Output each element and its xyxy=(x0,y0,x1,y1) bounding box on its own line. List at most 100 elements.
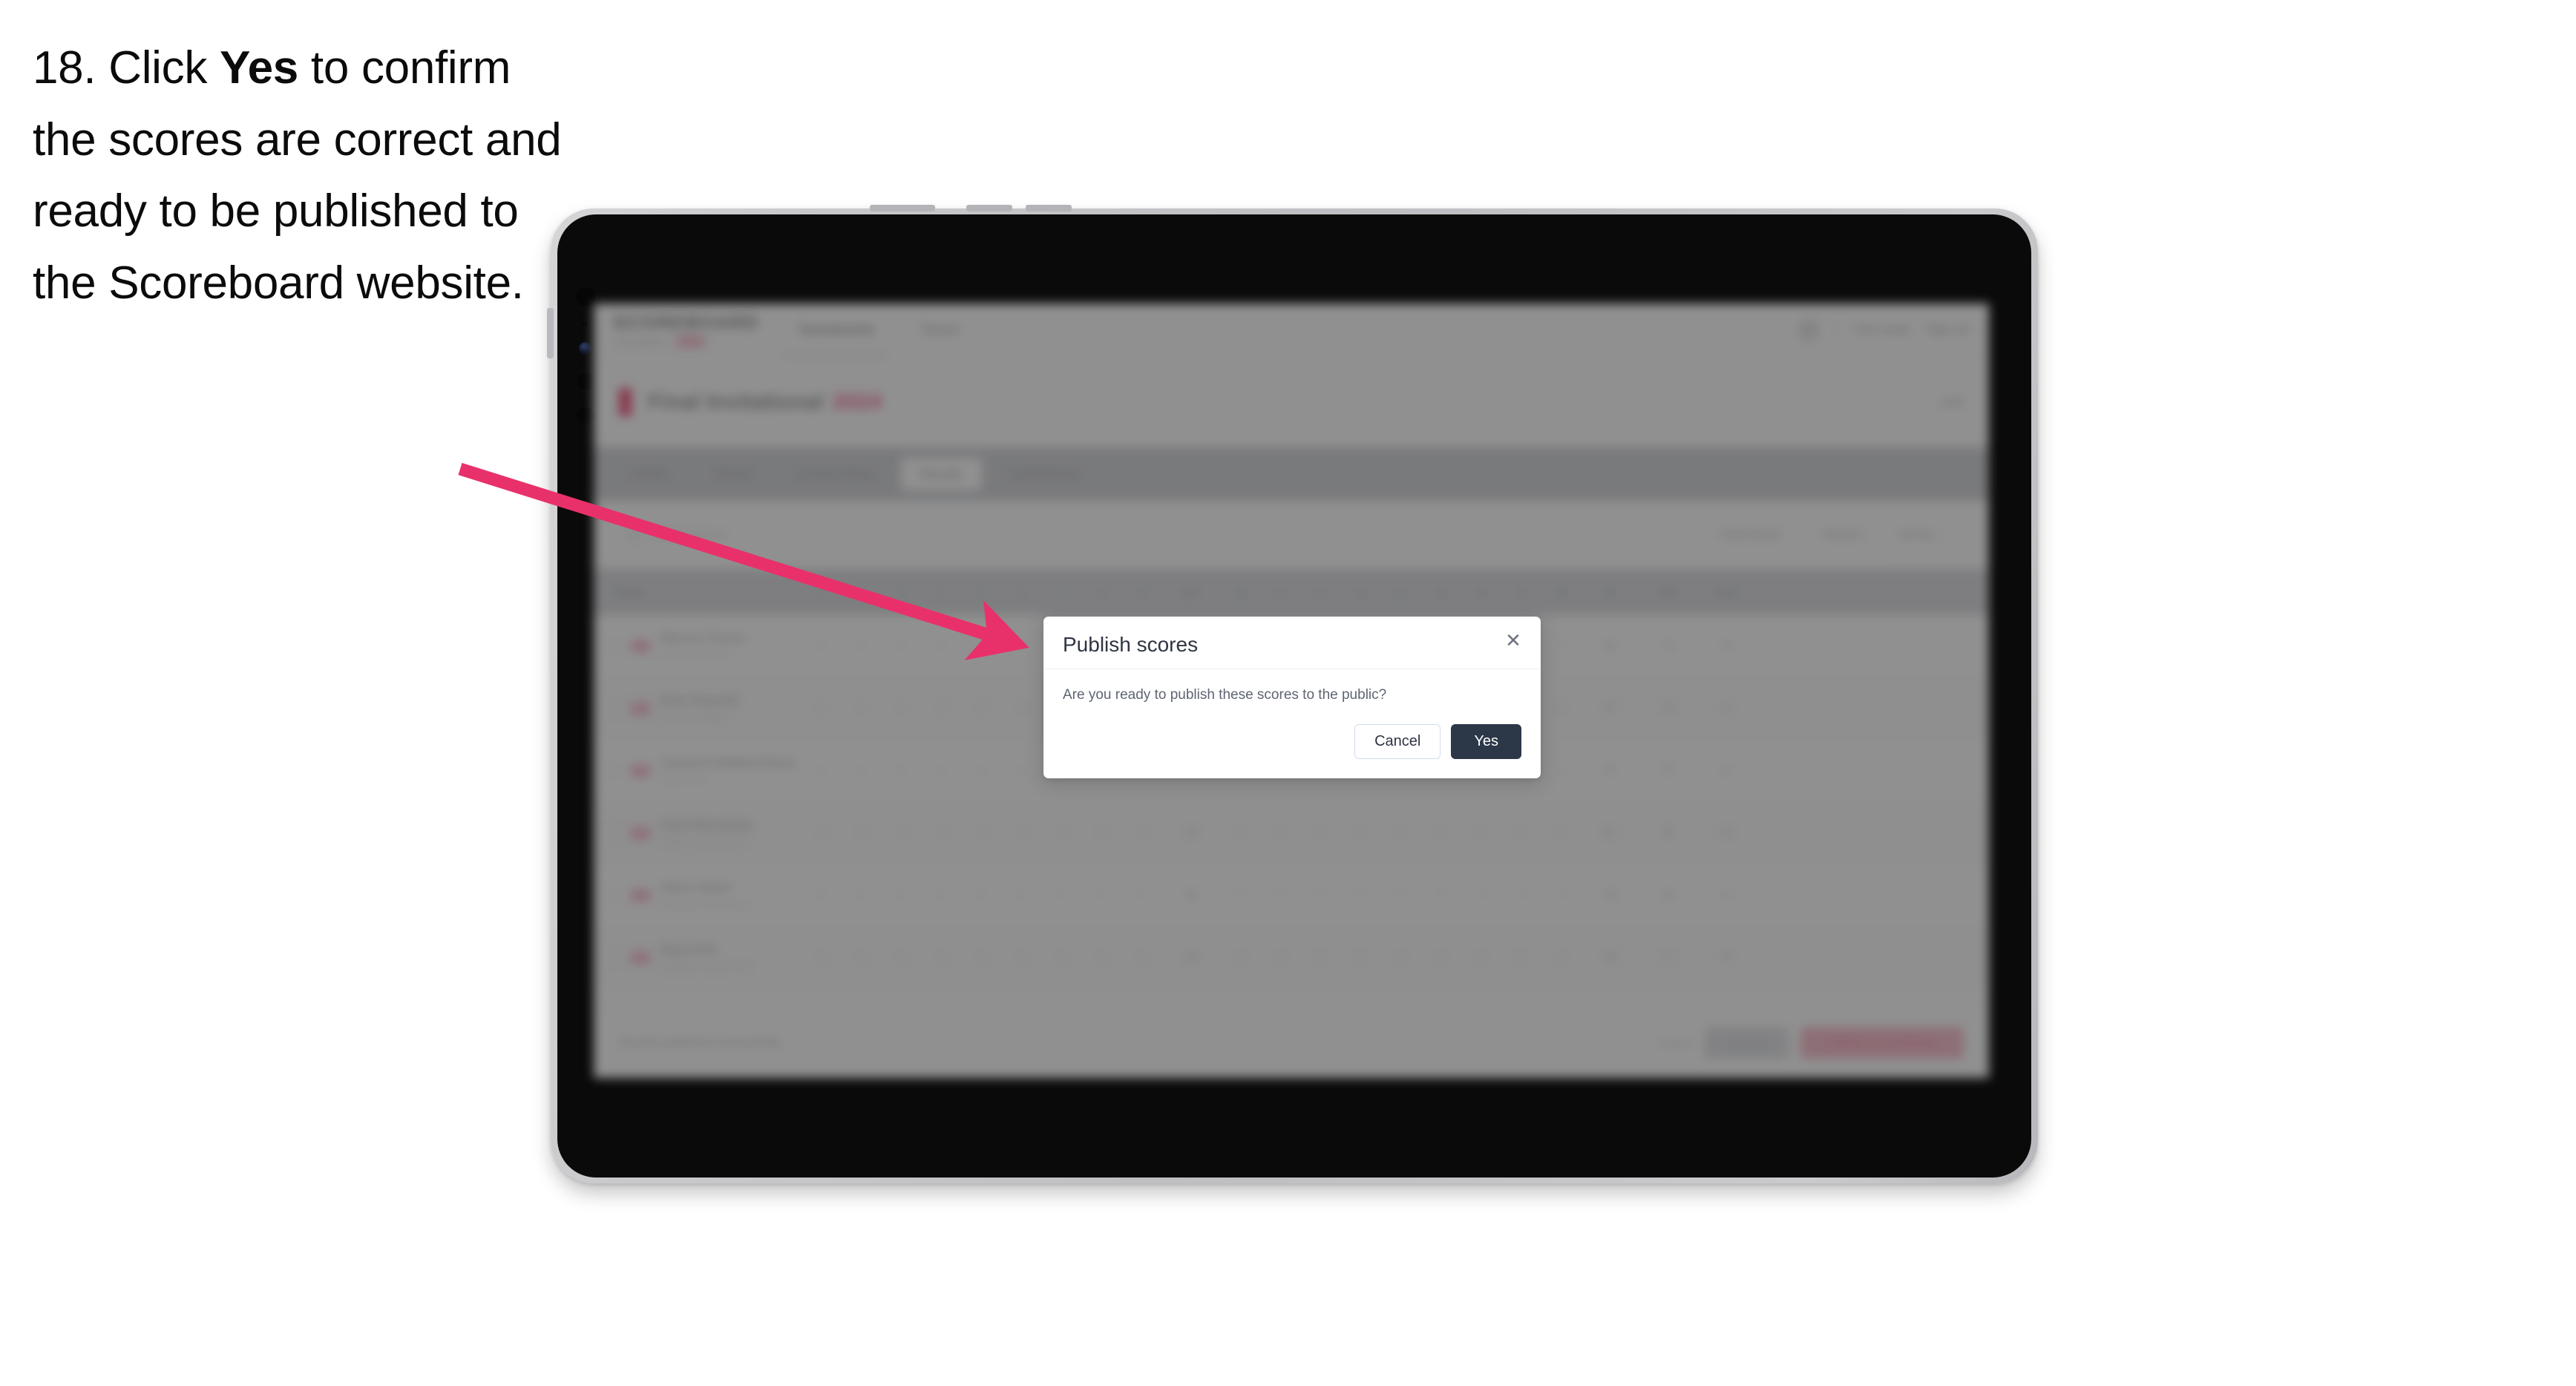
score-cell[interactable]: 4 xyxy=(1042,889,1082,901)
score-cell[interactable]: 5 xyxy=(802,702,842,715)
score-cell[interactable]: 5 xyxy=(1501,951,1541,964)
row-checkbox[interactable] xyxy=(604,700,620,717)
score-cell[interactable]: 4 xyxy=(1122,827,1162,839)
score-cell[interactable]: 4 xyxy=(922,951,962,964)
yes-button[interactable]: Yes xyxy=(1451,724,1521,759)
score-cell[interactable]: 4 xyxy=(1380,951,1420,964)
score-cell[interactable]: 4 xyxy=(1340,889,1380,901)
score-cell[interactable]: 4 xyxy=(802,827,842,839)
score-cell[interactable]: 5 xyxy=(1082,827,1122,839)
device-side-button[interactable] xyxy=(547,308,554,358)
row-checkbox[interactable] xyxy=(604,762,620,779)
cancel-button[interactable]: Cancel xyxy=(1354,724,1441,759)
score-cell[interactable]: 4 xyxy=(1082,889,1122,901)
subtotal-cell[interactable]: 37 xyxy=(1581,764,1639,777)
score-cell[interactable]: 4 xyxy=(922,889,962,901)
score-cell[interactable]: 5 xyxy=(842,951,882,964)
brand-logo[interactable]: SCOREBOARD Tournaments BETA xyxy=(613,312,769,347)
score-cell[interactable]: 4 xyxy=(1122,889,1162,901)
score-cell[interactable]: 4 xyxy=(802,951,842,964)
subtotal-cell[interactable]: 37 xyxy=(1581,827,1639,839)
row-checkbox[interactable] xyxy=(604,637,620,654)
score-cell[interactable]: 5 xyxy=(1340,951,1380,964)
score-cell[interactable]: 5 xyxy=(882,951,922,964)
save-all-button[interactable]: Save all xyxy=(1705,1027,1789,1059)
tab-details[interactable]: Details xyxy=(610,458,687,490)
subtotal-cell[interactable]: 37 xyxy=(1162,827,1220,839)
score-cell[interactable]: 4 xyxy=(1461,827,1501,839)
score-cell[interactable]: 5 xyxy=(1260,889,1300,901)
score-cell[interactable]: 5 xyxy=(802,889,842,901)
score-cell[interactable]: 5 xyxy=(842,827,882,839)
score-cell[interactable]: 4 xyxy=(1340,827,1380,839)
score-cell[interactable]: 4 xyxy=(882,889,922,901)
score-cell[interactable]: 4 xyxy=(882,827,922,839)
score-cell[interactable]: 5 xyxy=(1380,827,1420,839)
score-cell[interactable]: 4 xyxy=(802,640,842,652)
score-cell[interactable]: 4 xyxy=(842,764,882,777)
score-cell[interactable]: 3 xyxy=(842,640,882,652)
table-row[interactable]: Ryan Kirk Sandhills Country Club 4 5 5 4 4 4 5 4 4… xyxy=(594,927,1989,989)
score-cell[interactable]: 3 xyxy=(922,702,962,715)
score-cell[interactable]: 3 xyxy=(1541,702,1581,715)
score-cell[interactable]: 4 xyxy=(1380,889,1420,901)
search-input[interactable]: Search players xyxy=(616,517,1693,552)
score-cell[interactable]: 5 xyxy=(962,889,1002,901)
footer-cancel-link[interactable]: Cancel xyxy=(1658,1037,1693,1049)
score-cell[interactable]: 4 xyxy=(1002,702,1042,715)
user-name[interactable]: Tom Lewis xyxy=(1854,323,1910,337)
score-cell[interactable]: 4 xyxy=(1082,951,1122,964)
score-cell[interactable]: 5 xyxy=(1300,951,1340,964)
table-row[interactable]: Oliver Stuart Brookside Golf Society 5 4 4 4 5… xyxy=(594,864,1989,927)
score-cell[interactable]: 4 xyxy=(802,764,842,777)
score-cell[interactable]: 3 xyxy=(1002,640,1042,652)
score-cell[interactable]: 4 xyxy=(922,640,962,652)
subtotal-cell[interactable]: 38 xyxy=(1581,889,1639,901)
score-cell[interactable]: 5 xyxy=(1220,827,1260,839)
filter-round-button[interactable]: Final Round xyxy=(1704,517,1796,552)
round-select[interactable]: Round 1 xyxy=(1807,517,1881,552)
tab-teams[interactable]: Teams xyxy=(695,458,770,490)
table-row[interactable]: Colin Macartney Whitehaven Golf Club 4 5 4 4 4… xyxy=(594,802,1989,864)
score-cell[interactable]: 4 xyxy=(1042,827,1082,839)
score-cell[interactable]: 4 xyxy=(1461,951,1501,964)
score-cell[interactable]: 4 xyxy=(842,889,882,901)
sign-out-link[interactable]: Sign out xyxy=(1926,323,1970,337)
device-volume-up-button[interactable] xyxy=(966,205,1012,211)
device-volume-down-button[interactable] xyxy=(1026,205,1072,211)
score-cell[interactable]: 4 xyxy=(1541,640,1581,652)
score-cell[interactable]: 5 xyxy=(1042,951,1082,964)
subtotal-cell[interactable]: 39 xyxy=(1581,951,1639,964)
score-cell[interactable]: 4 xyxy=(962,951,1002,964)
row-checkbox[interactable] xyxy=(604,824,620,841)
close-icon[interactable]: ✕ xyxy=(1502,629,1524,651)
score-cell[interactable]: 5 xyxy=(962,702,1002,715)
score-cell[interactable]: 3 xyxy=(1541,827,1581,839)
score-cell[interactable]: 4 xyxy=(1420,827,1461,839)
subtotal-cell[interactable]: 38 xyxy=(1162,889,1220,901)
score-cell[interactable]: 3 xyxy=(962,764,1002,777)
score-cell[interactable]: 4 xyxy=(1501,889,1541,901)
score-cell[interactable]: 4 xyxy=(1420,951,1461,964)
subtotal-cell[interactable]: 37 xyxy=(1581,702,1639,715)
score-cell[interactable]: 4 xyxy=(922,827,962,839)
score-cell[interactable]: 4 xyxy=(922,764,962,777)
score-cell[interactable]: 4 xyxy=(1002,951,1042,964)
tab-course-setup[interactable]: Course Setup xyxy=(778,458,894,490)
nav-item-teams[interactable]: Teams xyxy=(920,322,960,338)
row-checkbox[interactable] xyxy=(604,887,620,904)
score-cell[interactable]: 4 xyxy=(1220,951,1260,964)
score-cell[interactable]: 4 xyxy=(1541,951,1581,964)
subtotal-cell[interactable]: 39 xyxy=(1162,951,1220,964)
score-cell[interactable]: 4 xyxy=(1300,827,1340,839)
score-cell[interactable]: 4 xyxy=(1260,827,1300,839)
score-cell[interactable]: 4 xyxy=(1002,764,1042,777)
score-cell[interactable]: 4 xyxy=(882,702,922,715)
avatar[interactable] xyxy=(1797,318,1820,341)
score-cell[interactable]: 5 xyxy=(882,640,922,652)
score-cell[interactable]: 5 xyxy=(882,764,922,777)
score-cell[interactable]: 4 xyxy=(1122,951,1162,964)
score-cell[interactable]: 4 xyxy=(962,640,1002,652)
score-cell[interactable]: 4 xyxy=(1002,889,1042,901)
score-cell[interactable]: 4 xyxy=(1300,889,1340,901)
